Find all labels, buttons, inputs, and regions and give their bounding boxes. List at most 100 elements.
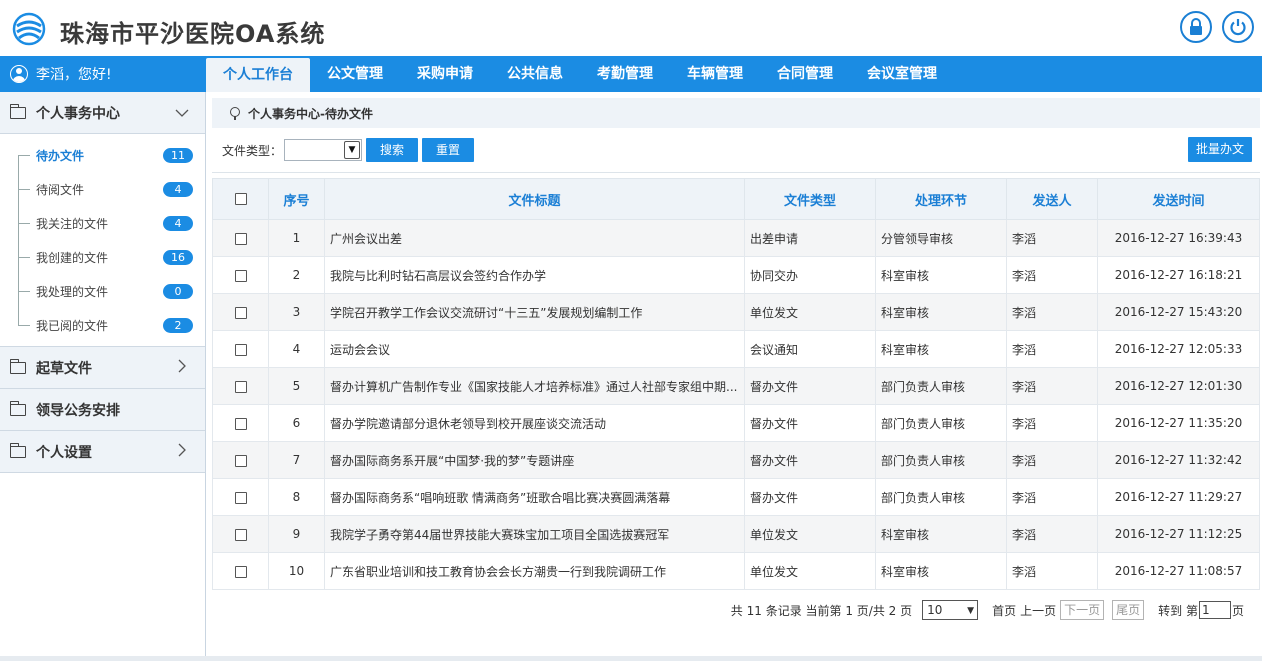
row-title-cell: 督办计算机广告制作专业《国家技能人才培养标准》通过人社部专家组中期... [324, 367, 745, 405]
goto-page-input[interactable]: 1 [1198, 601, 1231, 619]
sidebar-group-leader-schedule[interactable]: 领导公务安排 [0, 389, 205, 431]
row-type: 单位发文 [744, 552, 876, 590]
sidebar-item-label: 我关注的文件 [36, 216, 109, 231]
row-checkbox[interactable] [234, 306, 247, 319]
row-sender: 李滔 [1006, 219, 1098, 257]
sidebar-item-label: 我创建的文件 [36, 250, 109, 265]
search-button[interactable]: 搜索 [366, 138, 419, 162]
sidebar-item-followed[interactable]: 我关注的文件 4 [0, 206, 205, 240]
row-checkbox[interactable] [234, 232, 247, 245]
row-step: 部门负责人审核 [875, 404, 1007, 442]
prev-page-link[interactable]: 上一页 [1020, 602, 1056, 619]
tab-purchase-request[interactable]: 采购申请 [400, 56, 490, 92]
lock-button[interactable] [1180, 11, 1212, 43]
chevron-down-icon: ▼ [344, 141, 361, 159]
tab-vehicle[interactable]: 车辆管理 [670, 56, 760, 92]
goto-label: 转到 第 [1158, 603, 1198, 618]
table-row[interactable]: 2 我院与比利时钻石高层议会签约合作办学 协同交办 科室审核 李滔 2016-1… [212, 256, 1260, 294]
row-no: 5 [268, 367, 325, 405]
row-title-cell: 督办学院邀请部分退休老领导到校开展座谈交流活动 [324, 404, 745, 442]
app-title: 珠海市平沙医院OA系统 [60, 20, 326, 48]
sidebar-item-todo[interactable]: 待办文件 11 [0, 138, 205, 172]
tab-public-info[interactable]: 公共信息 [490, 56, 580, 92]
tab-personal-workbench[interactable]: 个人工作台 [206, 58, 310, 92]
row-title-link[interactable]: 学院召开教学工作会议交流研讨“十三五”发展规划编制工作 [330, 304, 740, 321]
table-row[interactable]: 7 督办国际商务系开展“中国梦·我的梦”专题讲座 督办文件 部门负责人审核 李滔… [212, 441, 1260, 479]
row-checkbox[interactable] [234, 454, 247, 467]
sidebar-item-label: 我已阅的文件 [36, 318, 109, 333]
table-row[interactable]: 9 我院学子勇夺第44届世界技能大赛珠宝加工项目全国选拔赛冠军 单位发文 科室审… [212, 515, 1260, 553]
table-row[interactable]: 3 学院召开教学工作会议交流研讨“十三五”发展规划编制工作 单位发文 科室审核 … [212, 293, 1260, 331]
row-title-link[interactable]: 督办国际商务系开展“中国梦·我的梦”专题讲座 [330, 452, 740, 469]
chevron-down-icon [175, 109, 189, 117]
row-title-link[interactable]: 我院学子勇夺第44届世界技能大赛珠宝加工项目全国选拔赛冠军 [330, 526, 740, 543]
row-title-cell: 督办国际商务系开展“中国梦·我的梦”专题讲座 [324, 441, 745, 479]
row-title-link[interactable]: 督办国际商务系“唱响班歌 情满商务”班歌合唱比赛决赛圆满落幕 [330, 489, 740, 506]
chevron-right-icon [178, 443, 186, 457]
row-checkbox[interactable] [234, 343, 247, 356]
next-page-button[interactable]: 下一页 [1060, 600, 1105, 620]
row-time: 2016-12-27 12:01:30 [1097, 367, 1260, 405]
sidebar-group-personal-affairs[interactable]: 个人事务中心 [0, 92, 205, 134]
divider [212, 172, 1260, 173]
folder-icon [9, 400, 26, 416]
tab-attendance[interactable]: 考勤管理 [580, 56, 670, 92]
table-row[interactable]: 4 运动会会议 会议通知 科室审核 李滔 2016-12-27 12:05:33 [212, 330, 1260, 368]
reset-button[interactable]: 重置 [422, 138, 475, 162]
row-title-cell: 我院与比利时钻石高层议会签约合作办学 [324, 256, 745, 294]
table-row[interactable]: 8 督办国际商务系“唱响班歌 情满商务”班歌合唱比赛决赛圆满落幕 督办文件 部门… [212, 478, 1260, 516]
row-type: 协同交办 [744, 256, 876, 294]
goto-suffix: 页 [1231, 603, 1244, 618]
row-step: 部门负责人审核 [875, 441, 1007, 479]
folder-icon [9, 358, 26, 374]
page-size-select[interactable]: 10 [922, 600, 979, 620]
row-checkbox[interactable] [234, 269, 247, 282]
row-checkbox[interactable] [234, 417, 247, 430]
row-checkbox[interactable] [234, 565, 247, 578]
row-title-link[interactable]: 广州会议出差 [330, 230, 740, 247]
batch-process-button[interactable]: 批量办文 [1188, 137, 1253, 162]
table-row[interactable]: 6 督办学院邀请部分退休老领导到校开展座谈交流活动 督办文件 部门负责人审核 李… [212, 404, 1260, 442]
tab-contract[interactable]: 合同管理 [760, 56, 850, 92]
logout-button[interactable] [1222, 11, 1254, 43]
sidebar-group-personal-settings[interactable]: 个人设置 [0, 431, 205, 473]
row-title-link[interactable]: 广东省职业培训和技工教育协会会长方潮贵一行到我院调研工作 [330, 563, 740, 580]
row-no: 1 [268, 219, 325, 257]
row-step: 科室审核 [875, 552, 1007, 590]
table-row[interactable]: 10 广东省职业培训和技工教育协会会长方潮贵一行到我院调研工作 单位发文 科室审… [212, 552, 1260, 590]
row-title-link[interactable]: 督办计算机广告制作专业《国家技能人才培养标准》通过人社部专家组中期... [330, 378, 740, 395]
sidebar-group-label: 个人设置 [36, 444, 92, 461]
file-type-select[interactable]: ▼ [284, 139, 363, 161]
file-type-label: 文件类型： [222, 143, 283, 158]
table-row[interactable]: 1 广州会议出差 出差申请 分管领导审核 李滔 2016-12-27 16:39… [212, 219, 1260, 257]
lock-icon [1190, 18, 1202, 35]
row-step: 科室审核 [875, 293, 1007, 331]
row-checkbox[interactable] [234, 528, 247, 541]
last-page-button[interactable]: 尾页 [1112, 600, 1145, 620]
row-checkbox[interactable] [234, 380, 247, 393]
select-all-checkbox[interactable] [234, 193, 247, 205]
sidebar-item-processed[interactable]: 我处理的文件 0 [0, 274, 205, 308]
row-title-link[interactable]: 我院与比利时钻石高层议会签约合作办学 [330, 267, 740, 284]
first-page-link[interactable]: 首页 [992, 602, 1016, 619]
sidebar: 个人事务中心 待办文件 11 待阅文件 4 我关注的文件 4 我创建的文件 16… [0, 92, 206, 661]
user-greeting-text: 李滔，您好! [36, 67, 112, 83]
tab-document-management[interactable]: 公文管理 [310, 56, 400, 92]
row-sender: 李滔 [1006, 478, 1098, 516]
row-title-link[interactable]: 运动会会议 [330, 341, 740, 358]
sidebar-item-read[interactable]: 我已阅的文件 2 [0, 308, 205, 342]
row-step: 科室审核 [875, 515, 1007, 553]
sidebar-item-to-read[interactable]: 待阅文件 4 [0, 172, 205, 206]
row-checkbox-cell [212, 441, 269, 479]
sidebar-item-created[interactable]: 我创建的文件 16 [0, 240, 205, 274]
row-title-link[interactable]: 督办学院邀请部分退休老领导到校开展座谈交流活动 [330, 415, 740, 432]
sidebar-group-draft[interactable]: 起草文件 [0, 347, 205, 389]
col-header-type: 文件类型 [744, 178, 876, 220]
row-checkbox[interactable] [234, 491, 247, 504]
row-type: 督办文件 [744, 404, 876, 442]
tab-meeting-room[interactable]: 会议室管理 [850, 56, 954, 92]
folder-icon [9, 442, 26, 458]
breadcrumb-text: 个人事务中心-待办文件 [248, 106, 373, 121]
filter-bar: 文件类型： ▼ 搜索 重置 [222, 138, 475, 162]
table-row[interactable]: 5 督办计算机广告制作专业《国家技能人才培养标准》通过人社部专家组中期... 督… [212, 367, 1260, 405]
